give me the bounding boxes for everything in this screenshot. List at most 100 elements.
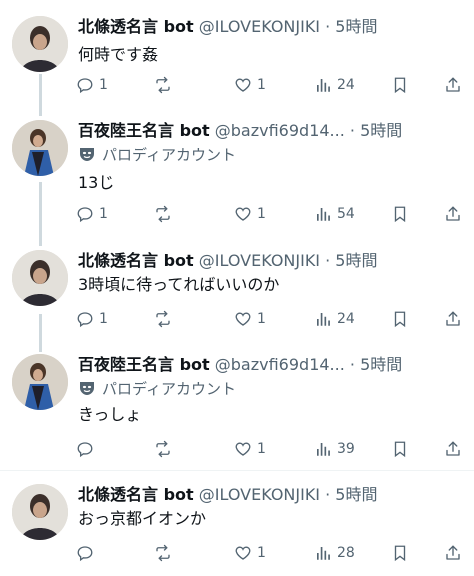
avatar[interactable] <box>12 354 68 410</box>
share-icon <box>444 205 462 223</box>
parody-text: パロディアカウント <box>102 146 236 164</box>
like-button[interactable]: 1 <box>234 74 266 96</box>
bookmark-icon <box>391 205 409 223</box>
tweet-header: 北條透名言 bot @ILOVEKONJIKI · 5時間 <box>78 16 377 38</box>
avatar[interactable] <box>12 16 68 72</box>
reply-button[interactable]: 1 <box>76 203 108 225</box>
timestamp[interactable]: 5時間 <box>360 355 402 374</box>
handle[interactable]: @bazvfi69d14... <box>215 121 345 140</box>
repost-button[interactable] <box>154 203 177 225</box>
handle[interactable]: @ILOVEKONJIKI <box>199 485 320 504</box>
timestamp[interactable]: 5時間 <box>360 121 402 140</box>
repost-button[interactable] <box>154 438 177 460</box>
share-button[interactable] <box>444 74 462 96</box>
avatar[interactable] <box>12 250 68 306</box>
reply-button[interactable] <box>76 542 99 564</box>
display-name[interactable]: 北條透名言 bot <box>78 17 194 36</box>
reply-icon <box>76 440 94 458</box>
reply-button[interactable] <box>76 438 99 460</box>
views-icon <box>314 205 332 223</box>
views-button[interactable]: 28 <box>314 542 355 564</box>
views-count: 24 <box>337 311 355 327</box>
tweet-header: 北條透名言 bot @ILOVEKONJIKI · 5時間 <box>78 250 377 272</box>
share-button[interactable] <box>444 438 462 460</box>
likes-count: 1 <box>257 441 266 457</box>
tweet-header: 北條透名言 bot @ILOVEKONJIKI · 5時間 <box>78 484 377 506</box>
display-name[interactable]: 北條透名言 bot <box>78 485 194 504</box>
reply-button[interactable]: 1 <box>76 74 108 96</box>
repost-icon <box>154 440 172 458</box>
share-button[interactable] <box>444 308 462 330</box>
share-button[interactable] <box>444 542 462 564</box>
like-icon <box>234 76 252 94</box>
timestamp[interactable]: 5時間 <box>335 485 377 504</box>
timestamp[interactable]: 5時間 <box>335 17 377 36</box>
views-button[interactable]: 24 <box>314 308 355 330</box>
handle[interactable]: @ILOVEKONJIKI <box>199 17 320 36</box>
tweet-text: おっ京都イオンか <box>78 509 207 528</box>
views-count: 24 <box>337 77 355 93</box>
views-count: 28 <box>337 545 355 561</box>
share-icon <box>444 440 462 458</box>
repost-icon <box>154 310 172 328</box>
views-button[interactable]: 39 <box>314 438 355 460</box>
views-count: 39 <box>337 441 355 457</box>
tweet-text: 13じ <box>78 173 115 192</box>
action-bar: 1 39 <box>76 438 466 460</box>
repost-button[interactable] <box>154 74 177 96</box>
timestamp[interactable]: 5時間 <box>335 251 377 270</box>
replies-count: 1 <box>99 206 108 222</box>
bookmark-button[interactable] <box>391 542 409 564</box>
views-button[interactable]: 54 <box>314 203 355 225</box>
like-icon <box>234 310 252 328</box>
repost-button[interactable] <box>154 542 177 564</box>
bookmark-button[interactable] <box>391 203 409 225</box>
share-icon <box>444 544 462 562</box>
parody-label: パロディアカウント <box>78 144 236 169</box>
tweet[interactable]: 百夜陸王名言 bot @bazvfi69d14... · 5時間 パロディアカウ… <box>0 120 474 250</box>
bookmark-icon <box>391 310 409 328</box>
display-name[interactable]: 百夜陸王名言 bot <box>78 355 210 374</box>
bookmark-button[interactable] <box>391 308 409 330</box>
repost-button[interactable] <box>154 308 177 330</box>
bookmark-icon <box>391 544 409 562</box>
likes-count: 1 <box>257 311 266 327</box>
views-count: 54 <box>337 206 355 222</box>
repost-icon <box>154 205 172 223</box>
action-bar: 1 1 24 <box>76 74 466 96</box>
share-icon <box>444 76 462 94</box>
like-button[interactable]: 1 <box>234 203 266 225</box>
likes-count: 1 <box>257 545 266 561</box>
like-icon <box>234 544 252 562</box>
handle[interactable]: @ILOVEKONJIKI <box>199 251 320 270</box>
like-button[interactable]: 1 <box>234 542 266 564</box>
display-name[interactable]: 百夜陸王名言 bot <box>78 121 210 140</box>
tweet-header: 百夜陸王名言 bot @bazvfi69d14... · 5時間 <box>78 120 402 142</box>
handle[interactable]: @bazvfi69d14... <box>215 355 345 374</box>
bookmark-button[interactable] <box>391 74 409 96</box>
reply-button[interactable]: 1 <box>76 308 108 330</box>
avatar[interactable] <box>12 120 68 176</box>
avatar[interactable] <box>12 484 68 540</box>
views-button[interactable]: 24 <box>314 74 355 96</box>
share-button[interactable] <box>444 203 462 225</box>
replies-count: 1 <box>99 311 108 327</box>
parody-text: パロディアカウント <box>102 380 236 398</box>
like-icon <box>234 440 252 458</box>
display-name[interactable]: 北條透名言 bot <box>78 251 194 270</box>
like-icon <box>234 205 252 223</box>
reply-icon <box>76 76 94 94</box>
like-button[interactable]: 1 <box>234 438 266 460</box>
bookmark-button[interactable] <box>391 438 409 460</box>
separator: · <box>320 251 336 270</box>
separator: · <box>344 121 361 140</box>
separator: · <box>320 485 336 504</box>
action-bar: 1 28 <box>76 542 466 564</box>
repost-icon <box>154 76 172 94</box>
bookmark-icon <box>391 440 409 458</box>
repost-icon <box>154 544 172 562</box>
likes-count: 1 <box>257 77 266 93</box>
like-button[interactable]: 1 <box>234 308 266 330</box>
views-icon <box>314 440 332 458</box>
action-bar: 1 1 24 <box>76 308 466 330</box>
